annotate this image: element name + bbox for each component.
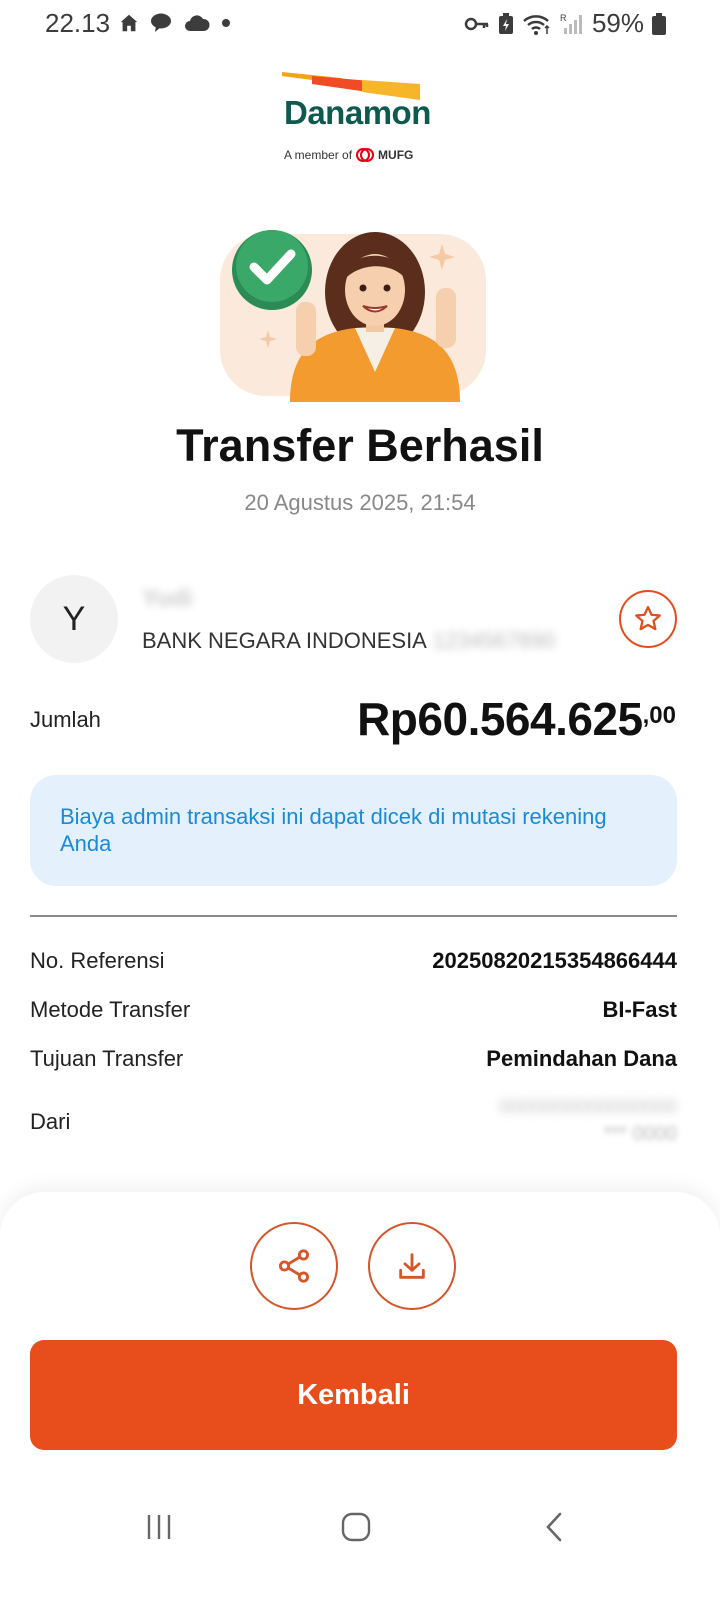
recent-apps-button[interactable] [139,1505,179,1549]
back-button[interactable]: Kembali [30,1340,677,1450]
amount-main: Rp60.564.625 [357,693,643,745]
detail-value: BI-Fast [602,997,677,1022]
recipient-bank: BANK NEGARA INDONESIA [142,628,427,653]
status-time: 22.13 [45,8,111,38]
danamon-logo: Danamon A member of MUFG [282,70,434,166]
logo-mufg: MUFG [378,148,414,162]
home-icon [120,14,138,32]
recent-apps-icon [147,1515,171,1539]
admin-fee-text: Biaya admin transaksi ini dapat dicek di… [60,804,607,856]
share-button[interactable] [250,1222,338,1310]
status-left-icons [118,12,232,34]
recipient-initial: Y [62,599,86,638]
logo-member-text: A member of [284,148,353,162]
amount-value: Rp60.564.625 ,00 [357,692,676,746]
recipient-name: Yudi [142,585,193,612]
logo-wordmark: Danamon [284,94,431,131]
detail-label: No. Referensi [30,948,165,973]
source-account: 0000000000000000 *** 0000 [499,1096,677,1146]
success-illustration [220,222,488,402]
source-account-masked: *** 0000 [603,1123,677,1145]
home-button[interactable] [336,1505,376,1549]
result-datetime: 20 Agustus 2025, 21:54 [244,490,476,515]
cloud-icon [185,15,210,31]
battery-saver-icon [498,12,513,34]
chevron-left-icon [546,1512,562,1542]
svg-text:R: R [560,13,567,23]
detail-value: Pemindahan Dana [486,1046,677,1071]
recipient-bank-line: BANK NEGARA INDONESIA 1234567890 [142,628,555,654]
status-bar: 22.13 R 59% [0,0,720,48]
download-button[interactable] [368,1222,456,1310]
detail-value: 20250820215354866444 [432,948,677,973]
logo-member-line: A member of MUFG [284,148,413,162]
favorite-button[interactable] [619,590,677,648]
result-title: Transfer Berhasil [176,420,544,471]
share-icon [278,1249,310,1283]
back-nav-button[interactable] [534,1505,574,1549]
home-nav-icon [341,1512,371,1542]
battery-icon [652,12,666,35]
recipient-account: 1234567890 [432,628,556,653]
divider [30,915,677,917]
dot-icon [222,19,230,27]
detail-label: Metode Transfer [30,997,191,1022]
detail-label: Dari [30,1109,71,1134]
detail-label: Tujuan Transfer [30,1046,184,1071]
detail-row-purpose: Tujuan Transfer Pemindahan Dana [30,1046,677,1072]
download-icon [399,1253,425,1279]
chat-icon [151,13,171,32]
mufg-icon [356,148,375,162]
signal-icon: R [560,13,582,34]
status-right-icons: R 59% [464,8,666,39]
star-icon [635,606,661,631]
wifi-icon [523,14,550,35]
amount-decimals: ,00 [642,702,676,729]
key-icon [464,17,489,30]
detail-row-reference: No. Referensi 20250820215354866444 [30,948,677,974]
amount-label: Jumlah [30,707,101,732]
source-account-number: 0000000000000000 [499,1096,677,1118]
detail-row-method: Metode Transfer BI-Fast [30,997,677,1023]
recipient-avatar: Y [30,575,118,663]
admin-fee-info: Biaya admin transaksi ini dapat dicek di… [30,775,677,886]
battery-percent: 59% [591,8,644,38]
